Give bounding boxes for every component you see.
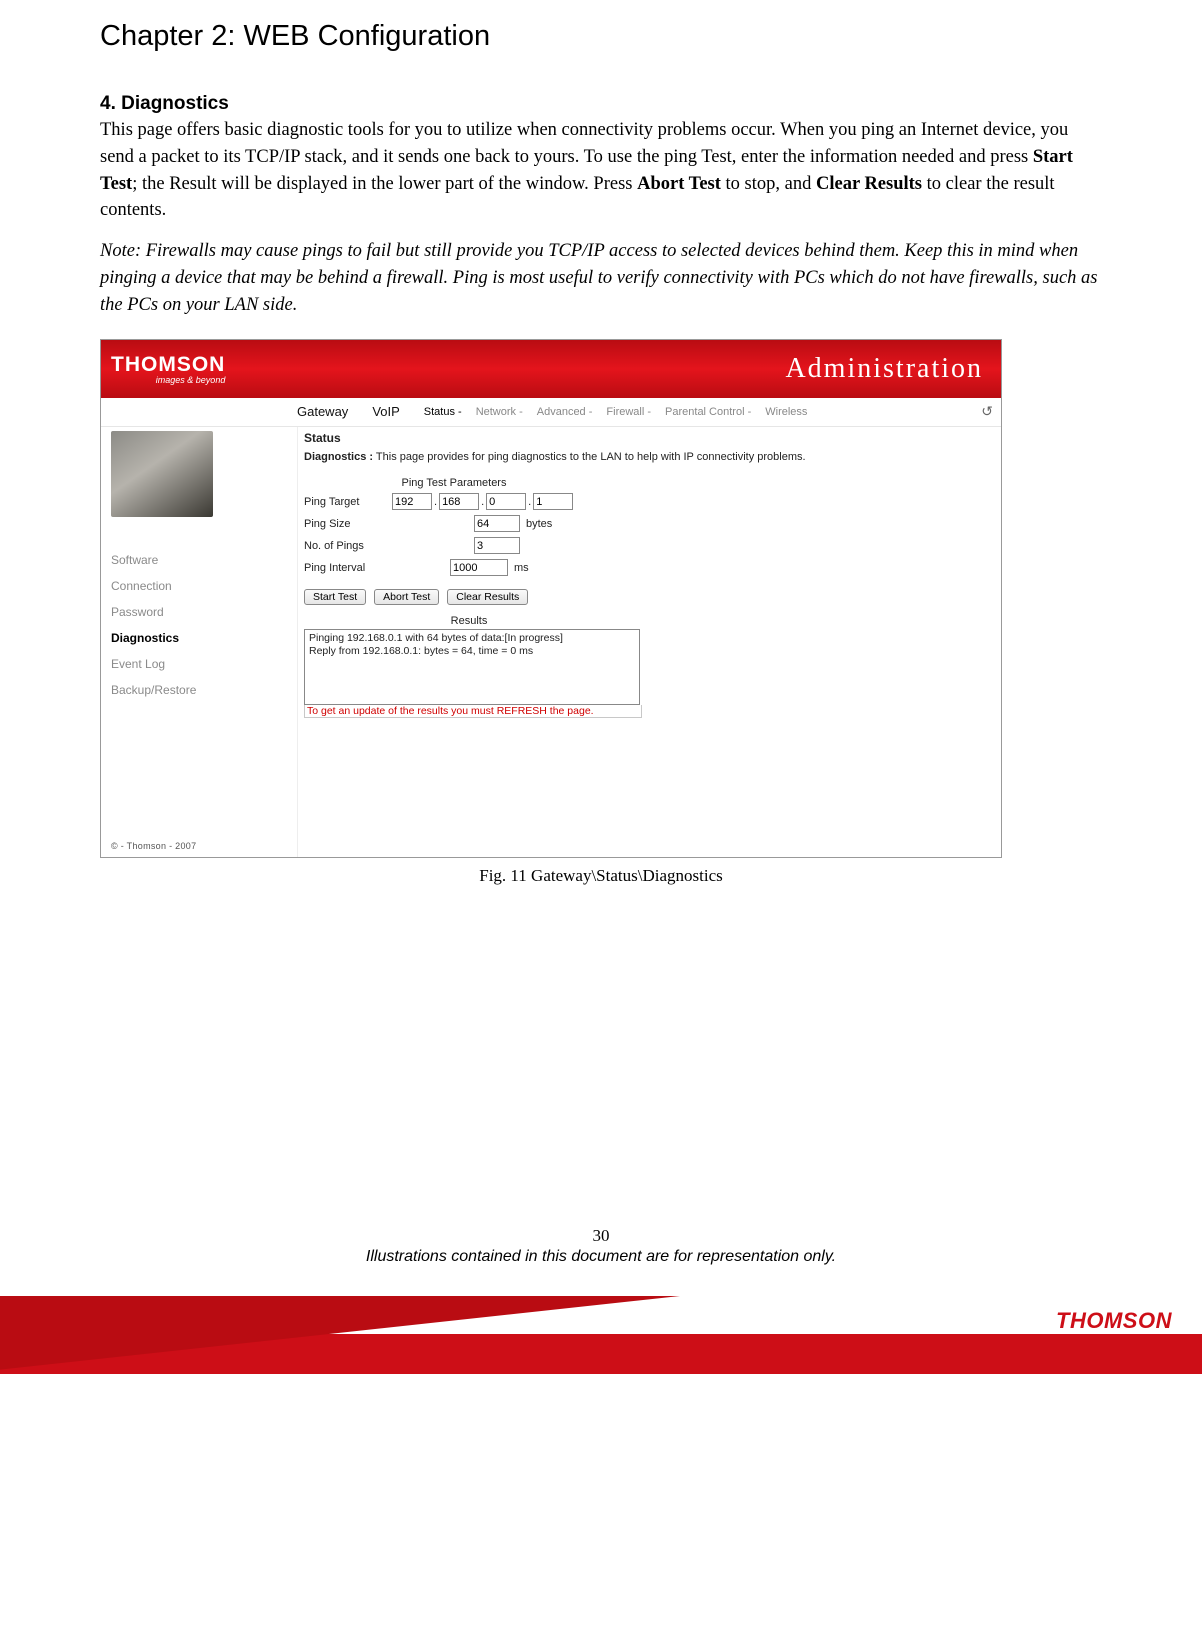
brand-logo: THOMSON images & beyond [111,353,225,385]
sub-tab-advanced[interactable]: Advanced - [537,406,593,418]
content-panel: Status Diagnostics : This page provides … [297,427,1001,857]
brand-tagline: images & beyond [111,375,225,385]
main-tab-voip[interactable]: VoIP [372,404,399,419]
input-ping-count[interactable] [474,537,520,554]
results-title: Results [304,615,634,627]
clear-results-button[interactable]: Clear Results [447,589,528,605]
avatar [111,431,213,517]
text: ; the Result will be displayed in the lo… [132,174,637,194]
representation-note: Illustrations contained in this document… [100,1248,1102,1266]
results-line: Pinging 192.168.0.1 with 64 bytes of dat… [309,632,635,645]
sub-tab-status[interactable]: Status - [424,406,462,418]
sub-tab-parental[interactable]: Parental Control - [665,406,751,418]
input-ping-interval[interactable] [450,559,508,576]
app-header: THOMSON images & beyond Administration [101,340,1001,398]
button-row: Start Test Abort Test Clear Results [304,589,991,605]
sub-tab-network[interactable]: Network - [476,406,523,418]
copyright: © - Thomson - 2007 [101,835,297,857]
main-tab-gateway[interactable]: Gateway [297,404,348,419]
banner-title: Administration [785,353,983,385]
unit-ms: ms [514,562,529,574]
refresh-note: To get an update of the results you must… [304,705,642,718]
figure-caption: Fig. 11 Gateway\Status\Diagnostics [100,866,1102,886]
ip-octet-4[interactable] [533,493,573,510]
row-ping-target: Ping Target . . . [304,491,991,513]
dot: . [528,496,531,508]
label-ping-target: Ping Target [304,496,392,508]
results-box: Pinging 192.168.0.1 with 64 bytes of dat… [304,629,640,705]
row-ping-size: Ping Size bytes [304,513,991,535]
sidebar-item-connection[interactable]: Connection [101,573,297,599]
section-title: 4. Diagnostics [100,93,1102,115]
intro-paragraph: This page offers basic diagnostic tools … [100,117,1102,224]
text: to stop, and [721,174,816,194]
dot: . [481,496,484,508]
abort-test-button[interactable]: Abort Test [374,589,439,605]
page-number: 30 [100,1226,1102,1246]
sidebar: Software Connection Password Diagnostics… [101,427,297,857]
sidebar-item-eventlog[interactable]: Event Log [101,651,297,677]
sidebar-item-backup[interactable]: Backup/Restore [101,677,297,703]
label-ping-count: No. of Pings [304,540,392,552]
desc-text: This page provides for ping diagnostics … [373,451,806,463]
bold-abort-test: Abort Test [637,174,721,194]
tab-bar: Gateway VoIP Status - Network - Advanced… [101,398,1001,427]
embedded-screenshot: THOMSON images & beyond Administration G… [100,339,1002,858]
params-title: Ping Test Parameters [304,477,604,489]
label-ping-size: Ping Size [304,518,392,530]
results-line: Reply from 192.168.0.1: bytes = 64, time… [309,645,635,658]
dot: . [434,496,437,508]
content-heading: Status [304,431,991,445]
text: This page offers basic diagnostic tools … [100,120,1068,167]
start-test-button[interactable]: Start Test [304,589,366,605]
footer-brand-logo: THOMSON [1056,1308,1172,1334]
ip-octet-2[interactable] [439,493,479,510]
chapter-title: Chapter 2: WEB Configuration [100,20,1102,53]
brand-logo-text: THOMSON [111,353,225,377]
note-paragraph: Note: Firewalls may cause pings to fail … [100,238,1102,318]
ip-octet-3[interactable] [486,493,526,510]
label-ping-interval: Ping Interval [304,562,392,574]
document-footer-banner: THOMSON [0,1296,1202,1374]
desc-label: Diagnostics : [304,451,373,463]
row-ping-interval: Ping Interval ms [304,557,991,579]
sidebar-item-software[interactable]: Software [101,547,297,573]
refresh-icon[interactable]: ↺ [981,403,993,420]
input-ping-size[interactable] [474,515,520,532]
bold-clear-results: Clear Results [816,174,922,194]
ip-octet-1[interactable] [392,493,432,510]
sidebar-item-password[interactable]: Password [101,599,297,625]
sidebar-item-diagnostics[interactable]: Diagnostics [101,625,297,651]
sub-tab-wireless[interactable]: Wireless [765,406,807,418]
sub-tab-firewall[interactable]: Firewall - [606,406,651,418]
unit-bytes: bytes [526,518,552,530]
row-ping-count: No. of Pings [304,535,991,557]
content-description: Diagnostics : This page provides for pin… [304,451,991,463]
